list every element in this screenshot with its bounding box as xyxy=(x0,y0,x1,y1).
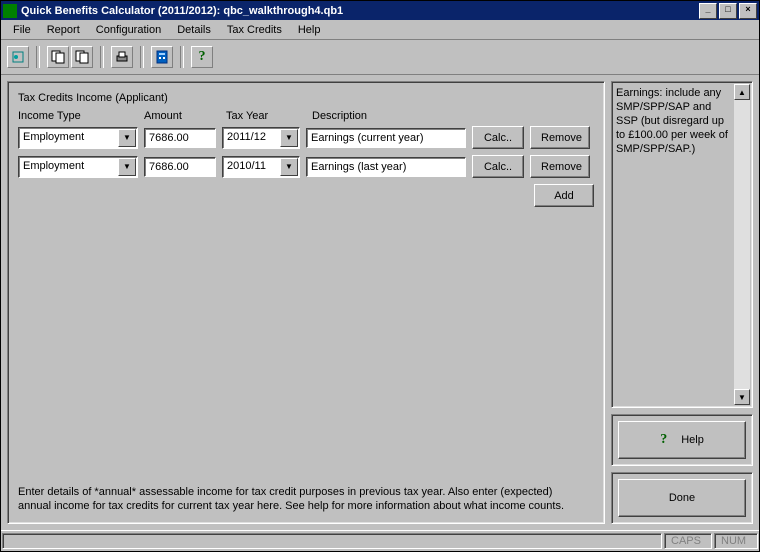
menu-file[interactable]: File xyxy=(5,22,39,38)
chevron-down-icon[interactable]: ▼ xyxy=(280,129,298,147)
income-type-select[interactable]: Employment ▼ xyxy=(18,127,138,149)
done-label: Done xyxy=(669,492,695,504)
description-input[interactable] xyxy=(306,157,466,177)
toolbar: ? xyxy=(1,40,759,75)
amount-input[interactable] xyxy=(144,128,216,148)
toolbar-separator xyxy=(36,46,40,68)
chevron-down-icon[interactable]: ▼ xyxy=(118,129,136,147)
toolbar-copy-icon[interactable] xyxy=(47,46,69,68)
header-tax-year: Tax Year xyxy=(226,110,302,122)
info-text: Earnings: include any SMP/SPP/SAP and SS… xyxy=(616,86,750,156)
remove-button[interactable]: Remove xyxy=(530,126,590,149)
statusbar: CAPS NUM xyxy=(1,530,759,551)
help-button[interactable]: ? Help xyxy=(618,421,746,459)
side-column: Earnings: include any SMP/SPP/SAP and SS… xyxy=(611,81,753,524)
window-title: Quick Benefits Calculator (2011/2012): q… xyxy=(21,5,699,17)
calc-button[interactable]: Calc.. xyxy=(472,155,524,178)
menu-help[interactable]: Help xyxy=(290,22,329,38)
toolbar-view-icon[interactable] xyxy=(7,46,29,68)
window-controls: _ □ × xyxy=(699,3,757,19)
header-income-type: Income Type xyxy=(18,110,134,122)
amount-input[interactable] xyxy=(144,157,216,177)
tax-year-value: 2010/11 xyxy=(223,157,279,177)
close-button[interactable]: × xyxy=(739,3,757,19)
income-type-value: Employment xyxy=(19,157,117,177)
titlebar: Quick Benefits Calculator (2011/2012): q… xyxy=(1,1,759,20)
help-button-frame: ? Help xyxy=(611,414,753,466)
calc-button[interactable]: Calc.. xyxy=(472,126,524,149)
chevron-down-icon[interactable]: ▼ xyxy=(280,158,298,176)
tax-year-select[interactable]: 2010/11 ▼ xyxy=(222,156,300,178)
status-caps: CAPS xyxy=(664,533,712,549)
menubar: File Report Configuration Details Tax Cr… xyxy=(1,20,759,40)
client-area: Tax Credits Income (Applicant) Income Ty… xyxy=(1,75,759,530)
footer-hint: Enter details of *annual* assessable inc… xyxy=(18,475,578,513)
toolbar-calc-icon[interactable] xyxy=(151,46,173,68)
tax-year-value: 2011/12 xyxy=(223,128,279,148)
minimize-button[interactable]: _ xyxy=(699,3,717,19)
add-row: Add xyxy=(18,184,594,207)
header-amount: Amount xyxy=(144,110,216,122)
toolbar-separator xyxy=(140,46,144,68)
main-panel: Tax Credits Income (Applicant) Income Ty… xyxy=(7,81,605,524)
toolbar-separator xyxy=(180,46,184,68)
menu-report[interactable]: Report xyxy=(39,22,88,38)
column-headers: Income Type Amount Tax Year Description xyxy=(18,110,594,122)
info-panel: Earnings: include any SMP/SPP/SAP and SS… xyxy=(611,81,753,408)
maximize-button[interactable]: □ xyxy=(719,3,737,19)
toolbar-separator xyxy=(100,46,104,68)
toolbar-print-icon[interactable] xyxy=(111,46,133,68)
income-type-select[interactable]: Employment ▼ xyxy=(18,156,138,178)
info-scrollbar[interactable]: ▲ ▼ xyxy=(734,84,750,405)
app-icon xyxy=(3,4,17,18)
remove-button[interactable]: Remove xyxy=(530,155,590,178)
scroll-down-icon[interactable]: ▼ xyxy=(734,389,750,405)
done-button[interactable]: Done xyxy=(618,479,746,517)
section-title: Tax Credits Income (Applicant) xyxy=(18,92,594,104)
scroll-up-icon[interactable]: ▲ xyxy=(734,84,750,100)
done-button-frame: Done xyxy=(611,472,753,524)
status-num: NUM xyxy=(714,533,758,549)
chevron-down-icon[interactable]: ▼ xyxy=(118,158,136,176)
toolbar-paste-icon[interactable] xyxy=(71,46,93,68)
app-window: Quick Benefits Calculator (2011/2012): q… xyxy=(0,0,760,552)
header-description: Description xyxy=(312,110,472,122)
toolbar-help-icon[interactable]: ? xyxy=(191,46,213,68)
add-button[interactable]: Add xyxy=(534,184,594,207)
help-label: Help xyxy=(681,434,704,446)
menu-tax-credits[interactable]: Tax Credits xyxy=(219,22,290,38)
tax-year-select[interactable]: 2011/12 ▼ xyxy=(222,127,300,149)
status-main xyxy=(2,533,662,549)
help-icon: ? xyxy=(660,432,667,448)
income-row: Employment ▼ 2010/11 ▼ Calc.. Remove xyxy=(18,155,594,178)
menu-configuration[interactable]: Configuration xyxy=(88,22,169,38)
income-row: Employment ▼ 2011/12 ▼ Calc.. Remove xyxy=(18,126,594,149)
income-type-value: Employment xyxy=(19,128,117,148)
menu-details[interactable]: Details xyxy=(169,22,219,38)
description-input[interactable] xyxy=(306,128,466,148)
